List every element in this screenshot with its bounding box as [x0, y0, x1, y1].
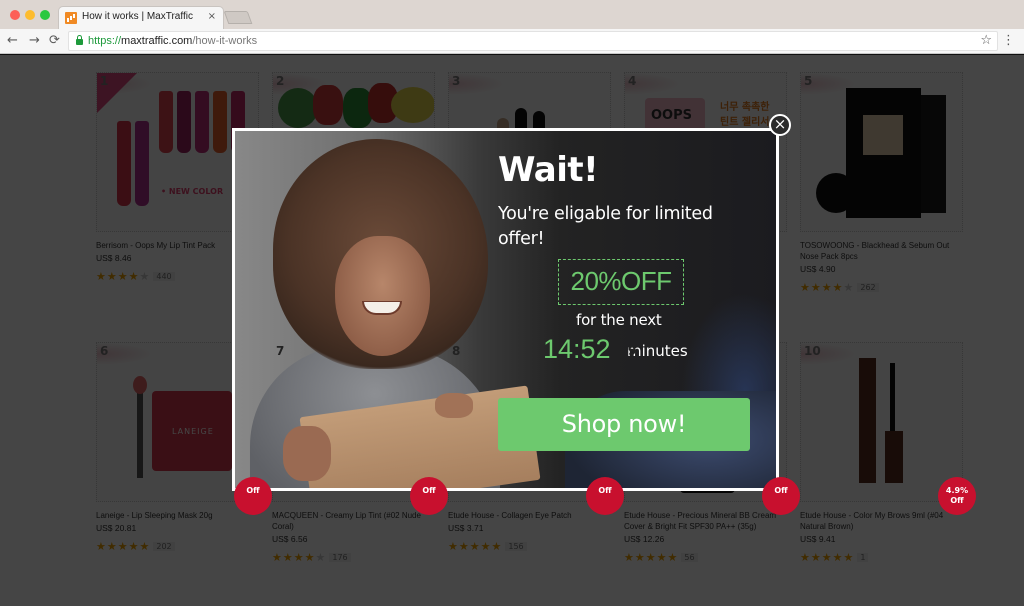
browser-menu-icon[interactable]: ⋮ [1002, 32, 1015, 50]
new-tab-button[interactable] [223, 11, 253, 24]
discount-badge: 4.9% Off [938, 477, 976, 515]
tab-how-it-works[interactable]: How it works | MaxTraffic × [58, 6, 224, 30]
product-rank: 9 [628, 344, 637, 358]
photo-hand-right [435, 393, 473, 418]
discount-badge: Off [234, 477, 272, 515]
bookmark-star-icon[interactable]: ☆ [980, 33, 992, 48]
exit-intent-popup: Wait! You're eligable for limited offer!… [232, 128, 779, 491]
product-rank: 4 [628, 74, 637, 88]
popup-close-icon[interactable]: × [769, 114, 791, 136]
photo-hand-left [283, 426, 331, 481]
address-bar[interactable]: https://maxtraffic.com/how-it-works ☆ [68, 31, 998, 51]
product-rank: 5 [804, 74, 813, 88]
countdown-timer: 14:52 [543, 334, 611, 364]
maximize-window-button[interactable] [40, 10, 50, 20]
discount-coupon: 20%OFF [558, 259, 684, 305]
shop-now-button[interactable]: Shop now! [498, 398, 750, 451]
url-text[interactable]: https://maxtraffic.com/how-it-works [88, 35, 257, 47]
discount-badge: Off [586, 477, 624, 515]
popup-headline: Wait! [498, 150, 599, 190]
discount-badge: Off [410, 477, 448, 515]
lock-icon [76, 35, 83, 45]
url-path: /how-it-works [192, 35, 258, 47]
forward-arrow-icon[interactable]: → [29, 32, 40, 50]
product-rank: 7 [276, 344, 285, 358]
product-rank: 10 [804, 344, 821, 358]
popup-subtext: You're eligable for limited offer! [498, 204, 713, 249]
minimize-window-button[interactable] [25, 10, 35, 20]
product-rank: 2 [276, 74, 285, 88]
product-rank: 6 [100, 344, 109, 358]
product-rank: 8 [452, 344, 461, 358]
tab-close-icon[interactable]: × [208, 11, 216, 22]
product-rank: 1 [100, 74, 109, 88]
browser-toolbar: ← → ⟳ https://maxtraffic.com/how-it-work… [0, 29, 1024, 54]
for-the-next-label: for the next [576, 311, 662, 329]
close-window-button[interactable] [10, 10, 20, 20]
url-scheme: https:// [88, 35, 122, 47]
tab-title: How it works | MaxTraffic [82, 11, 193, 22]
browser-titlebar: How it works | MaxTraffic × [0, 0, 1024, 30]
url-host: maxtraffic.com [121, 35, 193, 47]
discount-badge: Off [762, 477, 800, 515]
product-rank: 3 [452, 74, 461, 88]
reload-icon[interactable]: ⟳ [49, 32, 60, 50]
photo-woman-face [335, 236, 430, 356]
back-arrow-icon[interactable]: ← [7, 32, 18, 50]
maxtraffic-favicon-icon [65, 12, 77, 24]
